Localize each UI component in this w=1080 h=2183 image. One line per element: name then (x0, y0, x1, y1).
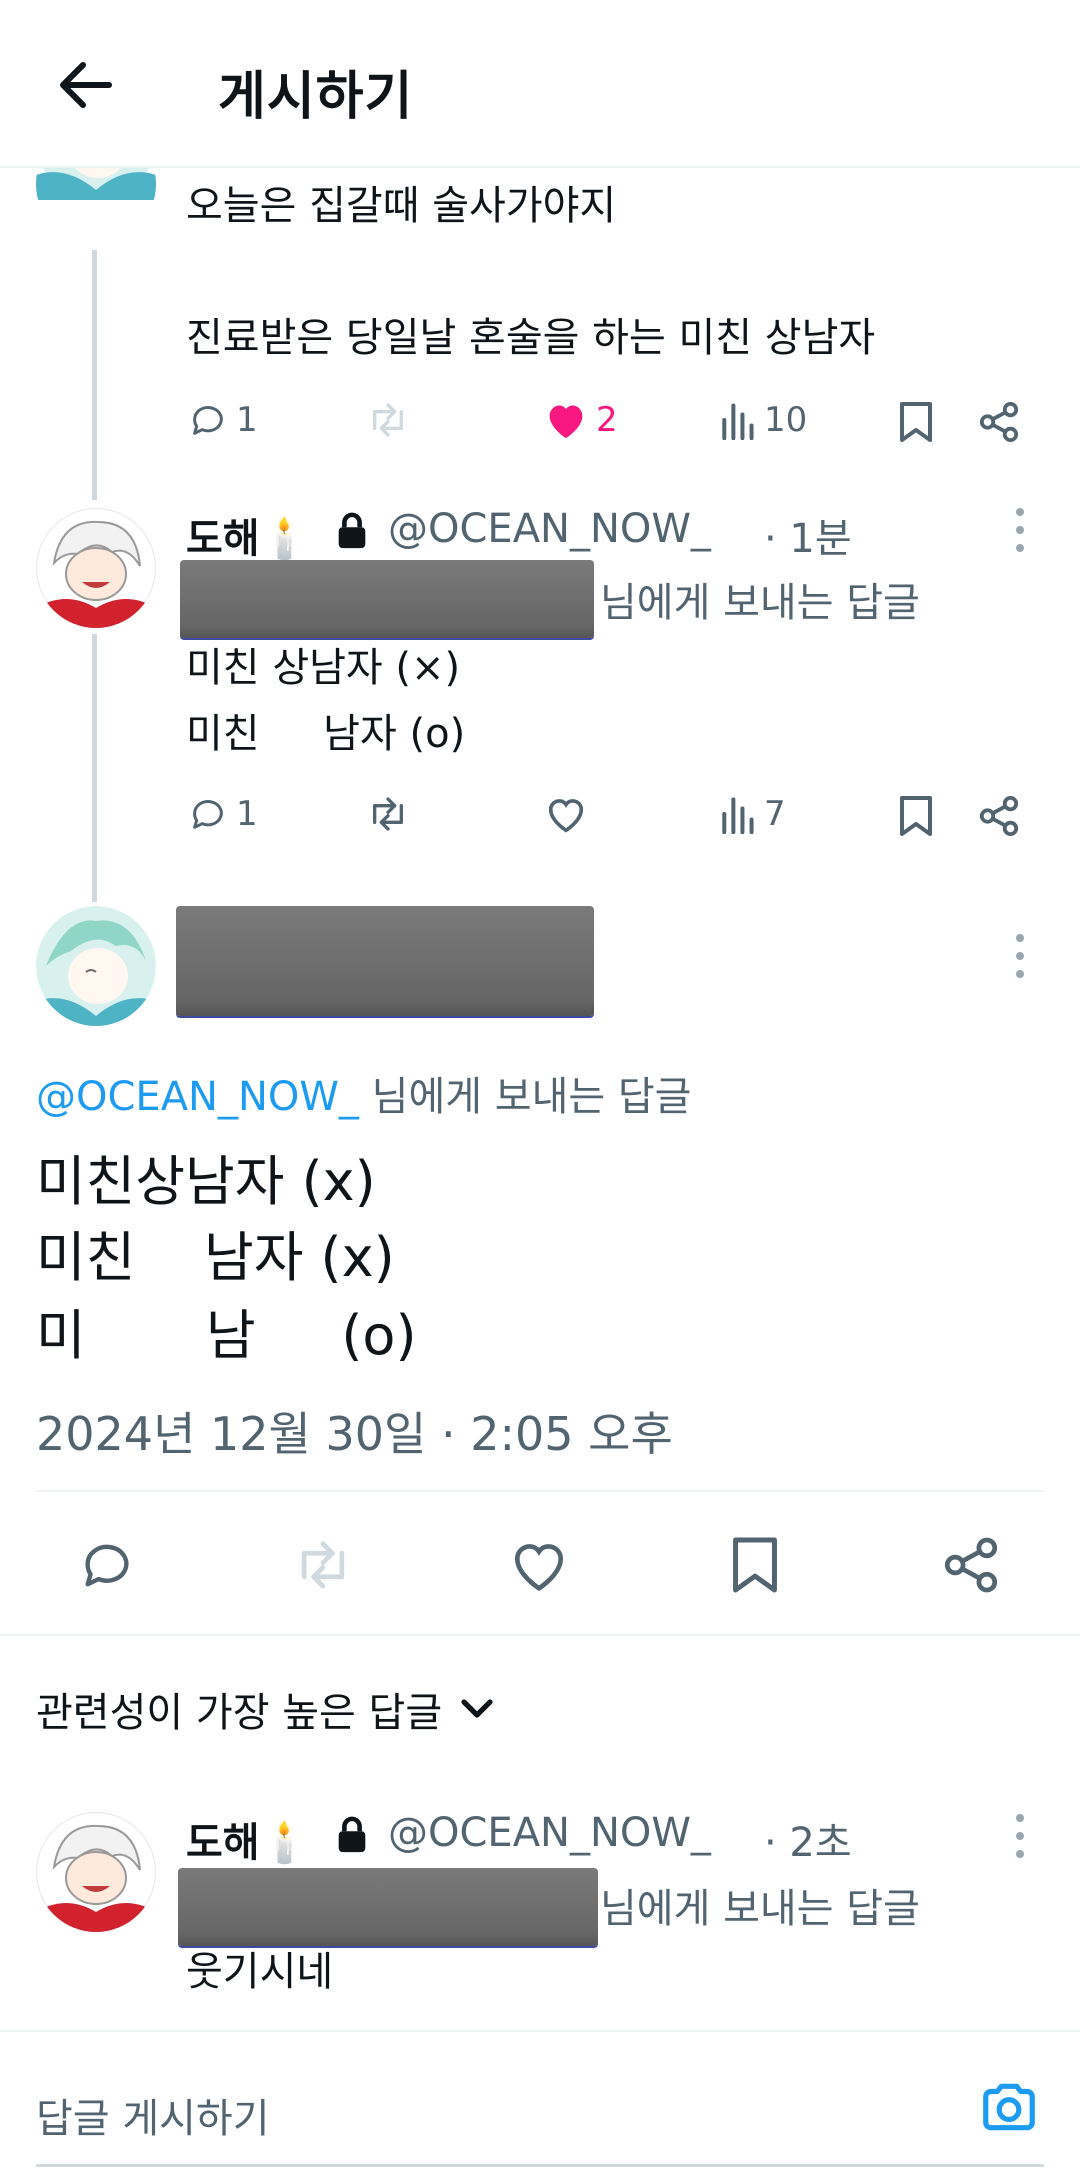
share-icon (979, 401, 1019, 443)
avatar-image (36, 906, 156, 1026)
page-title: 게시하기 (218, 67, 414, 127)
avatar[interactable] (36, 508, 156, 628)
reply-count: 1 (236, 794, 258, 834)
divider (0, 1634, 1080, 1636)
tweet-text-line: 웃기시네 (186, 1949, 334, 1995)
bookmark-icon (733, 1537, 777, 1593)
bookmark-icon (900, 402, 932, 442)
redacted-author-name (176, 906, 594, 1016)
display-name[interactable]: 도해🕯️ (186, 1810, 309, 1868)
timestamp: · 2초 (764, 1820, 852, 1866)
views-button[interactable]: 7 (718, 794, 786, 834)
repost-icon (301, 1541, 345, 1589)
views-icon (722, 403, 754, 440)
more-options-button[interactable] (1014, 934, 1026, 978)
avatar-image (36, 1812, 156, 1932)
tweet-text-line: 진료받은 당일날 혼술을 하는 미친 상남자 (186, 315, 876, 361)
share-button[interactable] (978, 794, 1020, 838)
bookmark-button[interactable] (730, 1534, 780, 1596)
reply-to-label: 님에게 보내는 답글 (600, 580, 920, 626)
like-button[interactable] (544, 794, 588, 834)
reply-to-suffix: 님에게 보내는 답글 (358, 1074, 692, 1120)
more-options-button[interactable] (1014, 508, 1026, 552)
top-app-bar: 게시하기 (0, 0, 1080, 168)
thread-line (92, 250, 97, 500)
tweet-text-line: 미친상남자 (x) (36, 1150, 376, 1213)
reply-button[interactable]: 1 (188, 400, 258, 440)
repost-button[interactable] (364, 794, 412, 834)
redacted-handle (178, 1868, 598, 1946)
avatar[interactable] (36, 1812, 156, 1932)
reply-icon (193, 800, 223, 829)
share-icon (979, 795, 1019, 837)
bookmark-button[interactable] (898, 794, 934, 838)
divider (36, 1490, 1044, 1492)
bookmark-icon (900, 796, 932, 836)
reply-icon (193, 406, 223, 435)
handle[interactable]: @OCEAN_NOW_ (388, 1810, 711, 1856)
share-button[interactable] (978, 400, 1020, 444)
tweet-text-line: 오늘은 집갈때 술사가야지 (186, 183, 617, 229)
tweet-text-line: 미친 상남자 (×) (186, 645, 461, 691)
reply-to-label: 님에게 보내는 답글 (600, 1886, 920, 1932)
chevron-down-icon (461, 1699, 493, 1718)
share-button[interactable] (942, 1534, 1000, 1596)
repost-icon (373, 797, 404, 831)
camera-button[interactable] (978, 2076, 1040, 2138)
repost-button[interactable] (364, 400, 412, 440)
reply-count: 1 (236, 400, 258, 440)
thread-line (92, 634, 97, 902)
tweet-timestamp[interactable]: 2024년 12월 30일 · 2:05 오후 (36, 1398, 673, 1464)
like-count: 2 (596, 400, 618, 440)
reply-composer[interactable]: 답글 게시하기 (0, 2032, 1080, 2183)
views-button[interactable]: 10 (718, 400, 807, 440)
back-button[interactable] (50, 50, 120, 120)
reply-icon (85, 1544, 129, 1587)
heart-icon (514, 1544, 564, 1591)
tweet-text-line: 미친 남자 (x) (36, 1226, 395, 1289)
tweet-text-line: 미친 남자 (o) (186, 711, 466, 757)
view-count: 10 (764, 400, 808, 440)
reply-to-handle-link[interactable]: @OCEAN_NOW_ (36, 1074, 359, 1120)
share-icon (944, 1537, 998, 1593)
handle[interactable]: @OCEAN_NOW_ (388, 506, 711, 552)
avatar-image (36, 508, 156, 628)
reply-input[interactable]: 답글 게시하기 (36, 2086, 270, 2144)
view-count: 7 (764, 794, 786, 834)
reply-to-label: @OCEAN_NOW_ 님에게 보내는 답글 (36, 1064, 691, 1122)
tweet-text-line: 미 남 (o) (36, 1304, 417, 1367)
avatar[interactable] (36, 906, 156, 1026)
timestamp: · 1분 (764, 516, 852, 562)
display-name[interactable]: 도해🕯️ (186, 506, 309, 564)
reply-sort-label: 관련성이 가장 높은 답글 (36, 1690, 443, 1736)
redacted-handle (180, 560, 594, 638)
reply-button[interactable] (78, 1536, 136, 1594)
reply-button[interactable]: 1 (188, 794, 258, 834)
repost-button[interactable] (290, 1536, 356, 1594)
repost-icon (373, 403, 404, 437)
lock-icon (338, 512, 366, 549)
reply-sort-dropdown[interactable]: 관련성이 가장 높은 답글 (36, 1680, 494, 1738)
heart-filled-icon (549, 405, 583, 439)
lock-icon (338, 1816, 366, 1853)
arrow-left-icon (60, 62, 112, 108)
like-button[interactable]: 2 (544, 400, 618, 440)
input-underline (36, 2164, 1044, 2167)
bookmark-button[interactable] (898, 400, 934, 444)
heart-icon (548, 799, 584, 833)
views-icon (722, 797, 754, 834)
like-button[interactable] (508, 1536, 570, 1594)
camera-icon (983, 2083, 1035, 2131)
more-options-button[interactable] (1014, 1814, 1026, 1858)
